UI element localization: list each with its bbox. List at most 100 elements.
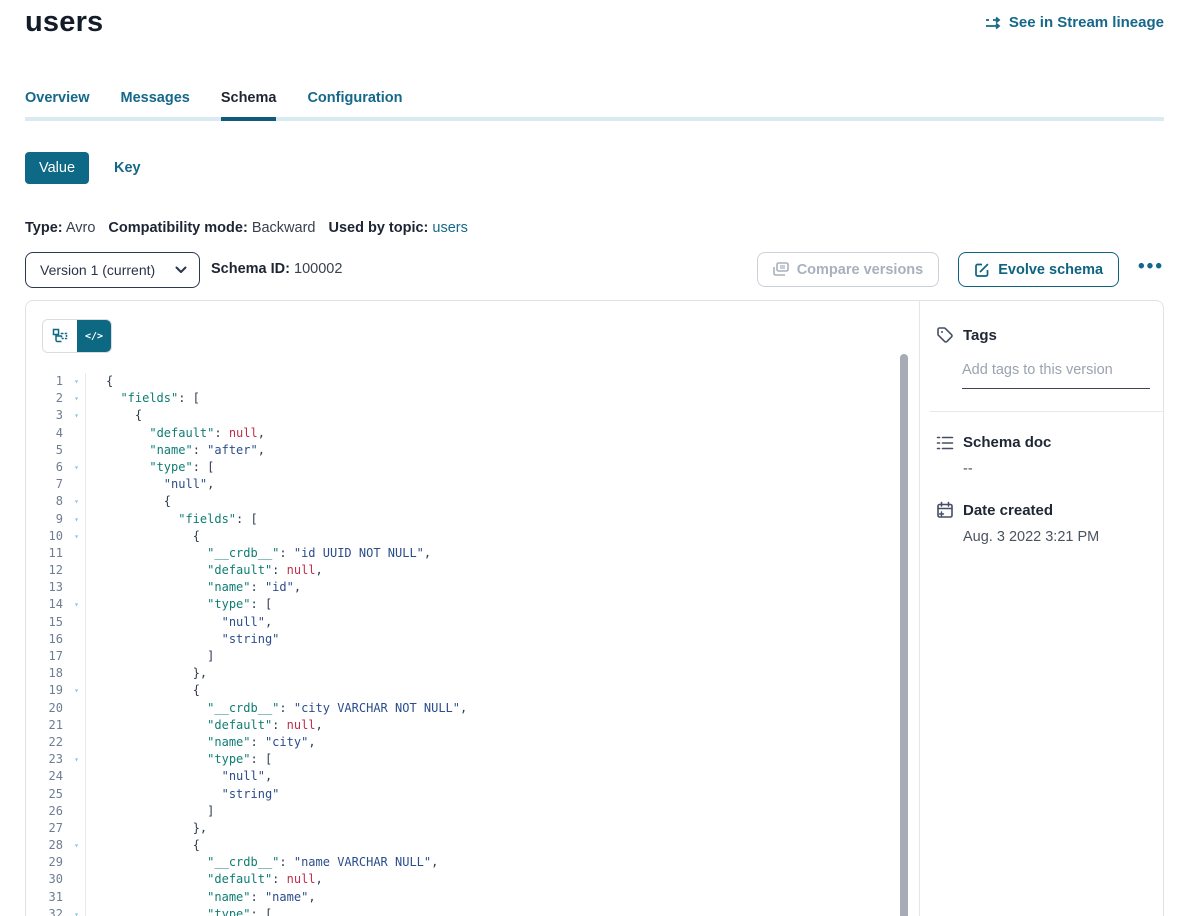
code-line-content: }, [85, 820, 899, 837]
compare-versions-icon [773, 262, 789, 277]
code-view-icon: </> [85, 331, 103, 342]
fold-gutter [68, 579, 85, 596]
compare-versions-label: Compare versions [797, 262, 924, 278]
fold-gutter [68, 854, 85, 871]
fold-arrow-icon[interactable]: ▾ [68, 682, 85, 699]
code-line: 5"name": "after", [26, 442, 899, 459]
code-line-content: "string" [85, 786, 899, 803]
code-line: 11"__crdb__": "id UUID NOT NULL", [26, 545, 899, 562]
fold-arrow-icon[interactable]: ▾ [68, 390, 85, 407]
fold-gutter [68, 442, 85, 459]
version-actions: Compare versions Evolve schema ••• [757, 252, 1164, 287]
fold-arrow-icon[interactable]: ▾ [68, 493, 85, 510]
code-line: 18}, [26, 665, 899, 682]
tab-messages[interactable]: Messages [121, 90, 190, 117]
line-number: 3 [26, 407, 68, 424]
code-line: 6▾"type": [ [26, 459, 899, 476]
schema-doc-icon [936, 435, 954, 451]
type-field: Type: Avro [25, 220, 95, 236]
code-line: 21 "default": null, [26, 717, 899, 734]
compatibility-field: Compatibility mode: Backward [108, 220, 315, 236]
code-line-content: "fields": [ [85, 511, 899, 528]
code-line-content: "__crdb__": "id UUID NOT NULL", [85, 545, 899, 562]
code-line-content: ] [85, 648, 899, 665]
version-select[interactable]: Version 1 (current) [25, 252, 200, 288]
line-number: 13 [26, 579, 68, 596]
tab-bar: Overview Messages Schema Configuration [25, 90, 1164, 121]
date-created-heading: Date created [963, 502, 1053, 519]
line-number: 22 [26, 734, 68, 751]
line-number: 27 [26, 820, 68, 837]
date-created-section: Date created Aug. 3 2022 3:21 PM [936, 501, 1149, 545]
code-line: 22 "name": "city", [26, 734, 899, 751]
value-toggle-button[interactable]: Value [25, 152, 89, 184]
code-line-content: "type": [ [85, 459, 899, 476]
tree-view-icon [52, 328, 68, 344]
code-line-content: "default": null, [85, 425, 899, 442]
editor-view-toggle: </> [42, 319, 112, 353]
page-title: users [25, 6, 103, 39]
line-number: 19 [26, 682, 68, 699]
code-line: 4 "default": null, [26, 425, 899, 442]
schema-code-pane: </> 1▾{2▾"fields": [3▾{4"default": null,… [26, 301, 919, 916]
compare-versions-button[interactable]: Compare versions [757, 252, 940, 287]
code-line: 2▾"fields": [ [26, 390, 899, 407]
evolve-schema-icon [974, 262, 990, 278]
code-line-content: { [85, 682, 899, 699]
fold-arrow-icon[interactable]: ▾ [68, 906, 85, 916]
fold-arrow-icon[interactable]: ▾ [68, 528, 85, 545]
tags-heading-row: Tags [936, 326, 1149, 344]
editor-scrollbar[interactable] [900, 354, 908, 916]
code-line: 9▾"fields": [ [26, 511, 899, 528]
version-select-value: Version 1 (current) [40, 262, 155, 278]
tag-icon [936, 326, 954, 344]
code-line-content: "name": "city", [85, 734, 899, 751]
code-line-content: { [85, 407, 899, 424]
code-line-content: "null", [85, 768, 899, 785]
fold-gutter [68, 768, 85, 785]
stream-lineage-link[interactable]: See in Stream lineage [985, 14, 1164, 31]
fold-arrow-icon[interactable]: ▾ [68, 751, 85, 768]
fold-gutter [68, 425, 85, 442]
fold-arrow-icon[interactable]: ▾ [68, 837, 85, 854]
tab-schema[interactable]: Schema [221, 90, 277, 117]
line-number: 26 [26, 803, 68, 820]
value-key-segment: Value Key [25, 152, 141, 184]
code-view-button[interactable]: </> [77, 320, 111, 352]
tree-view-button[interactable] [43, 320, 77, 352]
code-line-content: "__crdb__": "city VARCHAR NOT NULL", [85, 700, 899, 717]
line-number: 1 [26, 373, 68, 390]
line-number: 2 [26, 390, 68, 407]
line-number: 4 [26, 425, 68, 442]
line-number: 21 [26, 717, 68, 734]
fold-gutter [68, 786, 85, 803]
code-line-content: "null", [85, 476, 899, 493]
evolve-schema-button[interactable]: Evolve schema [958, 252, 1119, 287]
more-options-button[interactable]: ••• [1138, 257, 1164, 282]
code-line: 3▾{ [26, 407, 899, 424]
line-number: 8 [26, 493, 68, 510]
tags-heading: Tags [963, 327, 997, 344]
fold-gutter [68, 476, 85, 493]
code-line: 16"string" [26, 631, 899, 648]
fold-arrow-icon[interactable]: ▾ [68, 459, 85, 476]
tags-input[interactable] [962, 360, 1150, 389]
key-toggle-button[interactable]: Key [114, 160, 141, 176]
fold-gutter [68, 734, 85, 751]
code-line: 27}, [26, 820, 899, 837]
code-line-content: "fields": [ [85, 390, 899, 407]
code-editor[interactable]: 1▾{2▾"fields": [3▾{4"default": null,5"na… [26, 373, 899, 916]
code-line-content: "type": [ [85, 751, 899, 768]
topic-link[interactable]: users [432, 220, 467, 236]
code-line-content: "string" [85, 631, 899, 648]
tab-overview[interactable]: Overview [25, 90, 90, 117]
code-line: 29"__crdb__": "name VARCHAR NULL", [26, 854, 899, 871]
fold-arrow-icon[interactable]: ▾ [68, 373, 85, 390]
fold-arrow-icon[interactable]: ▾ [68, 407, 85, 424]
fold-arrow-icon[interactable]: ▾ [68, 511, 85, 528]
code-line: 8▾{ [26, 493, 899, 510]
tab-configuration[interactable]: Configuration [307, 90, 402, 117]
code-line-content: "default": null, [85, 717, 899, 734]
fold-arrow-icon[interactable]: ▾ [68, 596, 85, 613]
evolve-schema-label: Evolve schema [998, 262, 1103, 278]
